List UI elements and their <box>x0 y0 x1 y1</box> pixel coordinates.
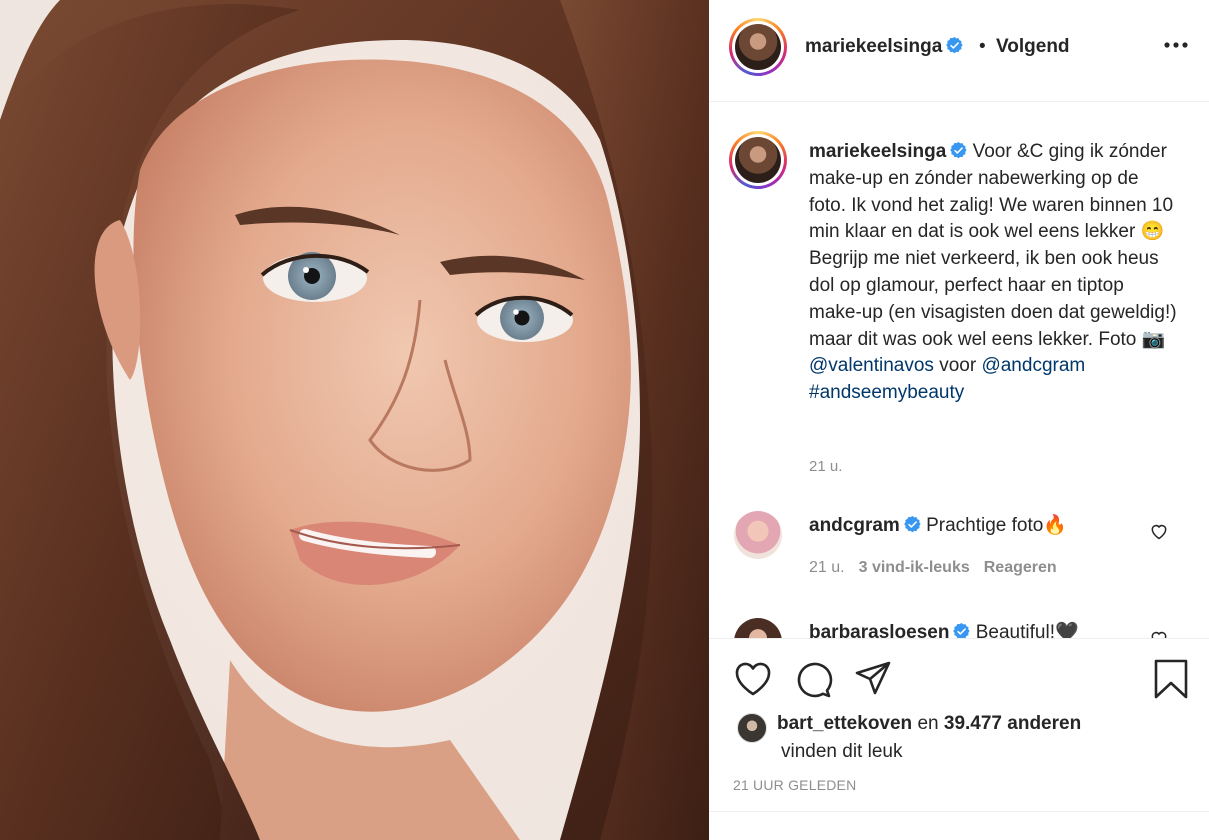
comment-body: Prachtige foto🔥 <box>926 515 1067 536</box>
verified-badge-icon <box>953 623 971 638</box>
comment-text-line: barbarasloesen Beautiful!🖤 <box>809 620 1079 638</box>
author-username-text[interactable]: mariekeelsinga <box>805 36 942 57</box>
verified-badge-icon <box>904 516 921 533</box>
ellipsis-icon[interactable] <box>1161 30 1191 60</box>
reply-button[interactable]: Reageren <box>984 559 1057 576</box>
commenter-avatar[interactable] <box>734 618 782 638</box>
likes-and: en <box>912 713 944 734</box>
post-photo[interactable] <box>0 0 709 840</box>
comment-text-line: andcgram Prachtige foto🔥 <box>809 513 1067 537</box>
verified-badge-icon <box>946 37 963 54</box>
comment-username[interactable]: barbarasloesen <box>809 622 949 638</box>
comments-section[interactable]: mariekeelsinga Voor &C ging ik zónder ma… <box>709 103 1209 638</box>
comment-heart-icon[interactable] <box>1149 628 1169 638</box>
mention-photographer-link[interactable]: @valentinavos <box>809 355 934 376</box>
liker-username[interactable]: bart_ettekoven <box>777 713 912 734</box>
action-bar <box>731 659 1191 703</box>
likes-line-1: bart_ettekoven en 39.477 anderen <box>777 713 1081 735</box>
comment-username[interactable]: andcgram <box>809 515 900 536</box>
caption-time[interactable]: 21 u. <box>809 458 842 475</box>
verified-badge-icon <box>950 142 967 159</box>
caption-avatar[interactable] <box>729 131 787 189</box>
likes-line-2: vinden dit leuk <box>781 741 903 762</box>
likes-count-link[interactable]: 39.477 anderen <box>944 713 1081 734</box>
post-timestamp[interactable]: 21 UUR GELEDEN <box>733 777 856 793</box>
mention-brand-link[interactable]: @andcgram <box>981 355 1085 376</box>
comment-heart-icon[interactable] <box>1149 521 1169 541</box>
portrait-illustration <box>0 0 709 840</box>
liker-avatar[interactable] <box>737 713 767 743</box>
add-comment-area[interactable] <box>709 811 1209 840</box>
post-footer: bart_ettekoven en 39.477 anderen vinden … <box>709 638 1209 840</box>
comment-likes[interactable]: 3 vind-ik-leuks <box>859 559 970 576</box>
hashtag-link[interactable]: #andseemybeauty <box>809 382 964 403</box>
post-header: mariekeelsinga • Volgend <box>709 0 1209 102</box>
commenter-avatar[interactable] <box>734 511 782 559</box>
caption-voor: voor <box>939 355 982 377</box>
author-avatar[interactable] <box>729 18 787 76</box>
speech-bubble-icon[interactable] <box>793 659 833 699</box>
comment-body: Beautiful!🖤 <box>975 622 1079 638</box>
paper-plane-icon[interactable] <box>853 659 893 699</box>
caption-username[interactable]: mariekeelsinga <box>809 141 946 162</box>
header-separator: • <box>979 36 986 57</box>
comment-time[interactable]: 21 u. <box>809 559 845 576</box>
author-username[interactable]: mariekeelsinga <box>805 36 963 58</box>
post-sidebar: mariekeelsinga • Volgend mariekeelsinga … <box>709 0 1209 840</box>
bookmark-icon[interactable] <box>1151 659 1191 699</box>
comment-meta: 21 u. 3 vind-ik-leuks Reageren <box>809 559 1071 577</box>
caption-body: Voor &C ging ik zónder make-up en zónder… <box>809 141 1177 350</box>
heart-outline-icon[interactable] <box>733 659 773 699</box>
follow-button[interactable]: Volgend <box>996 36 1070 58</box>
caption-text: mariekeelsinga Voor &C ging ik zónder ma… <box>809 139 1179 407</box>
